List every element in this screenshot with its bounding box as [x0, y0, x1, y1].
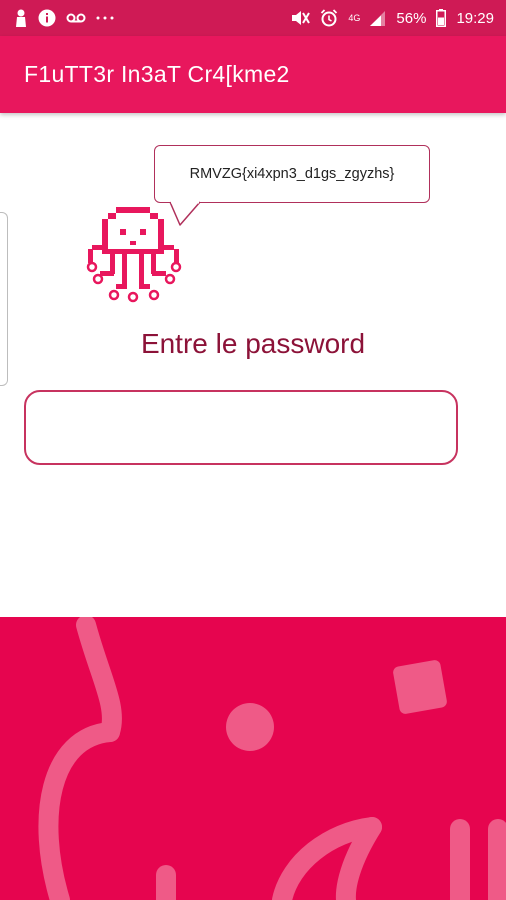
speech-bubble-text: RMVZG{xi4xpn3_d1gs_zgyzhs}: [189, 166, 395, 182]
person-icon: [14, 9, 28, 27]
alarm-icon: [320, 9, 338, 27]
password-input[interactable]: [24, 390, 458, 465]
signal-icon: [370, 10, 386, 26]
footer-decoration: [0, 617, 506, 900]
status-bar-right: 4G 56% 19:29: [290, 9, 494, 27]
battery-icon: [436, 9, 447, 27]
status-bar-left: [14, 9, 114, 27]
pixel-octopus-icon: [86, 207, 182, 303]
app-bar: F1uTT3r In3aT Cr4[kme2: [0, 36, 506, 113]
status-bar: 4G 56% 19:29: [0, 0, 506, 36]
mute-icon: [290, 10, 311, 26]
voicemail-icon: [66, 12, 86, 24]
clock: 19:29: [456, 9, 494, 27]
speech-bubble: RMVZG{xi4xpn3_d1gs_zgyzhs}: [154, 145, 430, 203]
more-dots-icon: [96, 15, 114, 21]
footer-pattern-icon: [38, 617, 506, 900]
battery-percent: 56%: [396, 9, 427, 27]
app-title: F1uTT3r In3aT Cr4[kme2: [24, 61, 290, 87]
network-type-label: 4G: [348, 12, 361, 23]
password-prompt-label: Entre le password: [140, 328, 366, 359]
info-icon: [38, 9, 56, 27]
